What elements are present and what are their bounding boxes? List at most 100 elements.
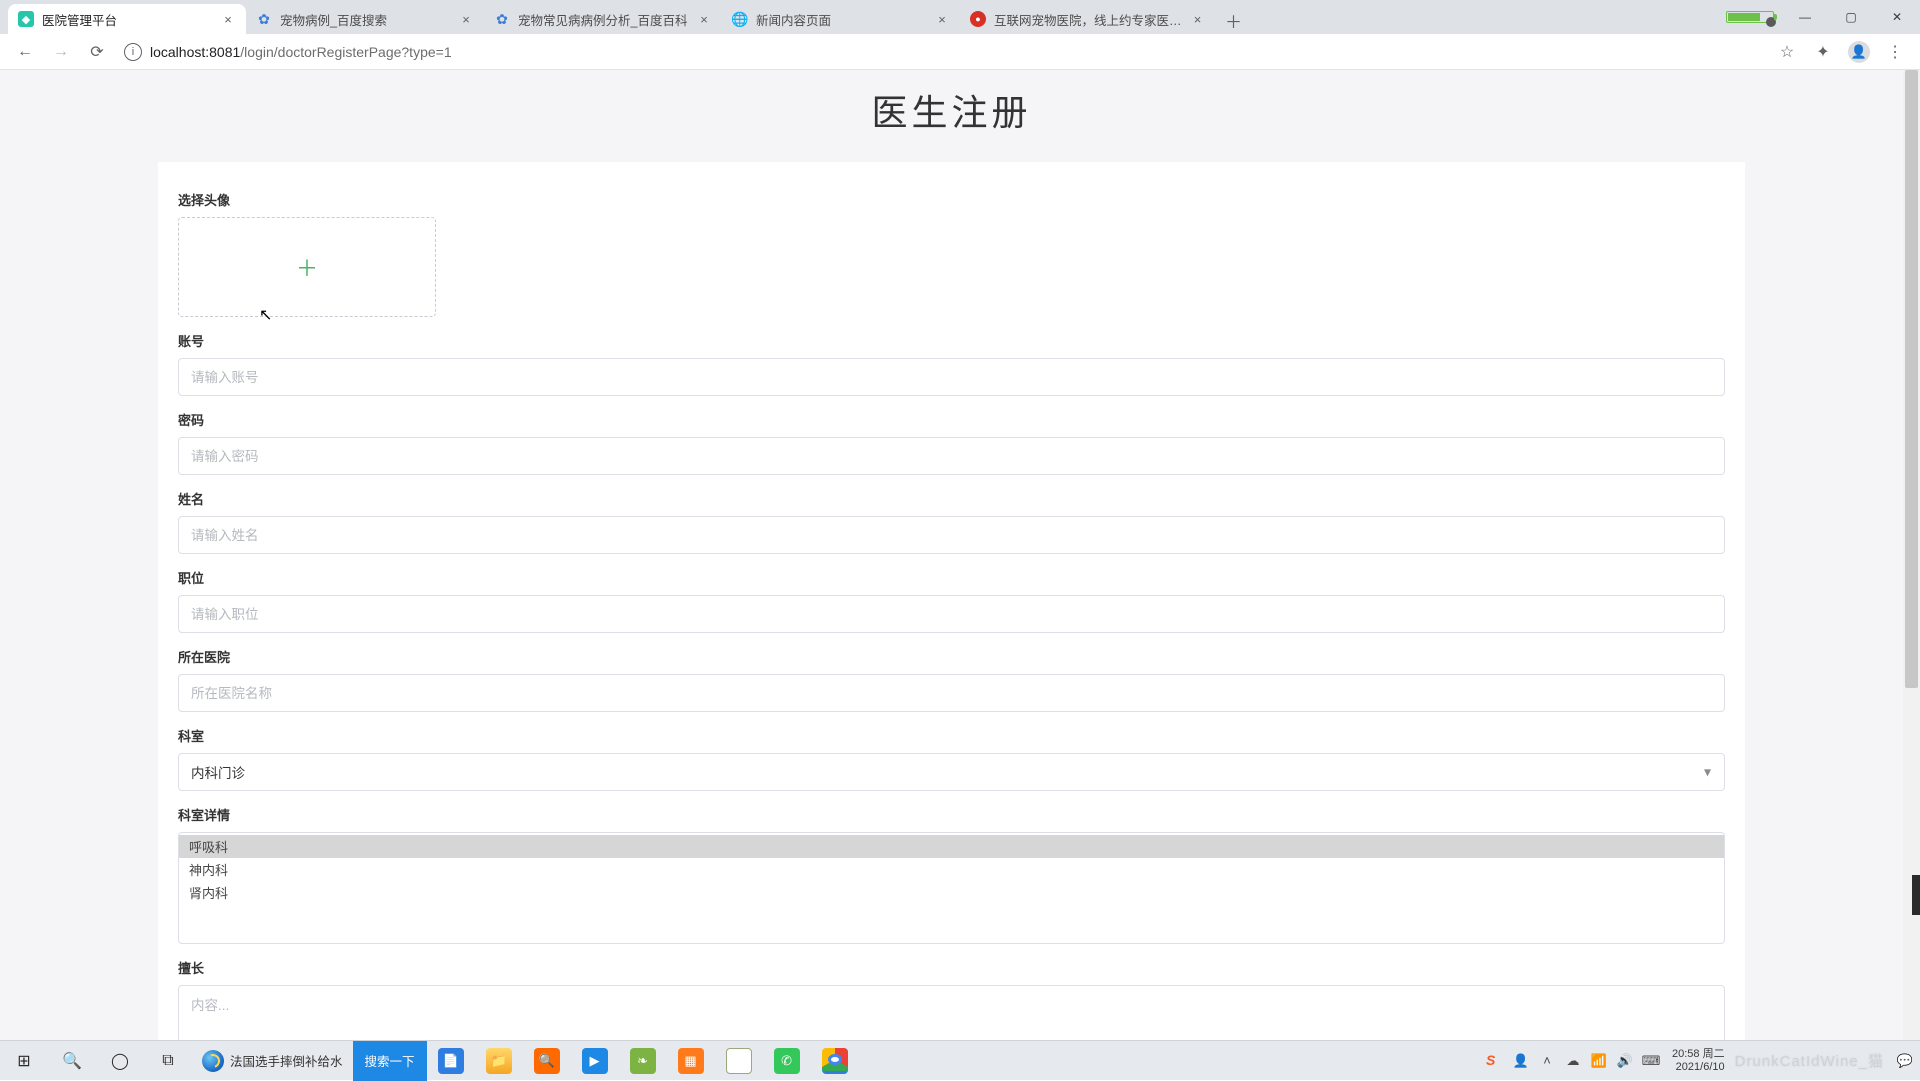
windows-taskbar: ⊞ 🔍 ◯ ⧉ 法国选手摔倒补给水 搜索一下 📄 📁 🔍 ▶ ❧ ▦ ✎ ✆ S…	[0, 1040, 1920, 1080]
password-input[interactable]	[178, 437, 1725, 475]
taskbar-app[interactable]: ✆	[763, 1041, 811, 1081]
taskbar-app[interactable]: ▦	[667, 1041, 715, 1081]
field-label: 账号	[178, 331, 1725, 350]
position-input[interactable]	[178, 595, 1725, 633]
nav-back-button[interactable]: ←	[10, 37, 40, 67]
news-text: 法国选手摔倒补给水	[230, 1051, 343, 1070]
specialty-field: 擅长	[178, 958, 1725, 1048]
chrome-menu-icon[interactable]: ⋮	[1880, 37, 1910, 67]
field-label: 密码	[178, 410, 1725, 429]
search-button[interactable]: 🔍	[48, 1041, 96, 1081]
tray-icon[interactable]: 👤	[1510, 1041, 1532, 1081]
browser-tab-active[interactable]: ◆ 医院管理平台 ×	[8, 4, 246, 34]
page-viewport: 医生注册 选择头像 ＋ 账号 密码 姓名 职位 所在医院	[0, 70, 1903, 1051]
profile-avatar[interactable]: 👤	[1844, 37, 1874, 67]
window-maximize-button[interactable]: ▢	[1828, 2, 1874, 32]
clock-time: 20:58 周二	[1672, 1048, 1725, 1061]
new-tab-button[interactable]: ＋	[1220, 6, 1248, 34]
taskbar-app[interactable]: 📁	[475, 1041, 523, 1081]
tab-title: 宠物常见病病例分析_百度百科	[518, 10, 688, 29]
tray-chevron-up-icon[interactable]: ˄	[1536, 1041, 1558, 1081]
taskbar-app[interactable]: ▶	[571, 1041, 619, 1081]
address-bar: ← → ⟳ i localhost:8081/login/doctorRegis…	[0, 34, 1920, 70]
browser-tab[interactable]: ● 互联网宠物医院，线上约专家医… ×	[960, 4, 1216, 34]
tab-close-icon[interactable]: ×	[458, 11, 474, 27]
window-close-button[interactable]: ✕	[1874, 2, 1920, 32]
folder-icon: 📁	[486, 1048, 512, 1074]
browser-tab[interactable]: 🌐 新闻内容页面 ×	[722, 4, 960, 34]
tab-close-icon[interactable]: ×	[696, 11, 712, 27]
wifi-icon[interactable]: 📶	[1588, 1041, 1610, 1081]
favicon-icon: ●	[970, 11, 986, 27]
taskbar-search-button[interactable]: 搜索一下	[353, 1041, 427, 1081]
listbox-option[interactable]: 肾内科	[179, 881, 1724, 904]
favicon-icon: ✿	[494, 11, 510, 27]
page-title: 医生注册	[0, 70, 1903, 162]
taskbar-app[interactable]: ❧	[619, 1041, 667, 1081]
field-label: 科室详情	[178, 805, 1725, 824]
system-tray: S 👤 ˄ ☁ 📶 🔊 ⌨ 20:58 周二 2021/6/10 DrunkCa…	[1484, 1041, 1920, 1081]
url-host: localhost:8081	[150, 44, 240, 60]
side-widget-tab[interactable]	[1912, 875, 1920, 915]
app-icon: 📄	[438, 1048, 464, 1074]
field-label: 所在医院	[178, 647, 1725, 666]
volume-icon[interactable]: 🔊	[1614, 1041, 1636, 1081]
avatar-uploader[interactable]: ＋	[178, 217, 436, 317]
app-icon: ▦	[678, 1048, 704, 1074]
app-icon: ❧	[630, 1048, 656, 1074]
tab-close-icon[interactable]: ×	[934, 11, 950, 27]
department-select[interactable]	[178, 753, 1725, 791]
listbox-option[interactable]: 神内科	[179, 858, 1724, 881]
ime-icon[interactable]: ⌨	[1640, 1041, 1662, 1081]
bookmark-star-icon[interactable]: ☆	[1772, 37, 1802, 67]
password-field: 密码	[178, 410, 1725, 475]
notifications-icon[interactable]: 💬	[1894, 1041, 1916, 1081]
extensions-icon[interactable]: ✦	[1808, 37, 1838, 67]
browser-tab[interactable]: ✿ 宠物常见病病例分析_百度百科 ×	[484, 4, 722, 34]
url-path: /login/doctorRegisterPage?type=1	[240, 44, 451, 60]
chrome-icon	[822, 1048, 848, 1074]
app-icon: ✆	[774, 1048, 800, 1074]
taskbar-clock[interactable]: 20:58 周二 2021/6/10	[1666, 1048, 1731, 1073]
hospital-field: 所在医院	[178, 647, 1725, 712]
nav-forward-button[interactable]: →	[46, 37, 76, 67]
favicon-icon: ✿	[256, 11, 272, 27]
field-label: 擅长	[178, 958, 1725, 977]
site-info-icon[interactable]: i	[124, 43, 142, 61]
nav-reload-button[interactable]: ⟳	[82, 37, 112, 67]
clock-date: 2021/6/10	[1672, 1061, 1725, 1074]
tray-icon[interactable]: S	[1484, 1041, 1506, 1081]
department-detail-listbox[interactable]: 呼吸科 神内科 肾内科	[178, 832, 1725, 944]
hospital-input[interactable]	[178, 674, 1725, 712]
window-minimize-button[interactable]: —	[1782, 2, 1828, 32]
favicon-icon: ◆	[18, 11, 34, 27]
taskbar-app[interactable]: 🔍	[523, 1041, 571, 1081]
name-input[interactable]	[178, 516, 1725, 554]
task-view-button[interactable]: ⧉	[144, 1041, 192, 1081]
tray-icon[interactable]: ☁	[1562, 1041, 1584, 1081]
specialty-textarea[interactable]	[178, 985, 1725, 1043]
taskbar-news-widget[interactable]: 法国选手摔倒补给水	[192, 1041, 353, 1081]
start-button[interactable]: ⊞	[0, 1041, 48, 1081]
name-field: 姓名	[178, 489, 1725, 554]
battery-icon	[1726, 11, 1774, 23]
taskbar-app[interactable]: ✎	[715, 1041, 763, 1081]
avatar-label: 选择头像	[178, 190, 1725, 209]
field-label: 科室	[178, 726, 1725, 745]
cortana-button[interactable]: ◯	[96, 1041, 144, 1081]
browser-tab[interactable]: ✿ 宠物病例_百度搜索 ×	[246, 4, 484, 34]
account-field: 账号	[178, 331, 1725, 396]
register-form: 选择头像 ＋ 账号 密码 姓名 职位 所在医院 科室	[158, 162, 1745, 1051]
scrollbar-thumb[interactable]	[1905, 70, 1918, 688]
listbox-option[interactable]: 呼吸科	[179, 835, 1724, 858]
tab-close-icon[interactable]: ×	[1190, 11, 1206, 27]
watermark-text: DrunkCatIdWine_猫	[1735, 1050, 1890, 1071]
url-input[interactable]: i localhost:8081/login/doctorRegisterPag…	[118, 43, 1766, 61]
account-input[interactable]	[178, 358, 1725, 396]
tab-title: 新闻内容页面	[756, 10, 926, 29]
plus-icon: ＋	[296, 251, 318, 283]
taskbar-chrome[interactable]	[811, 1041, 859, 1081]
tab-close-icon[interactable]: ×	[220, 11, 236, 27]
department-detail-field: 科室详情 呼吸科 神内科 肾内科	[178, 805, 1725, 944]
taskbar-app[interactable]: 📄	[427, 1041, 475, 1081]
